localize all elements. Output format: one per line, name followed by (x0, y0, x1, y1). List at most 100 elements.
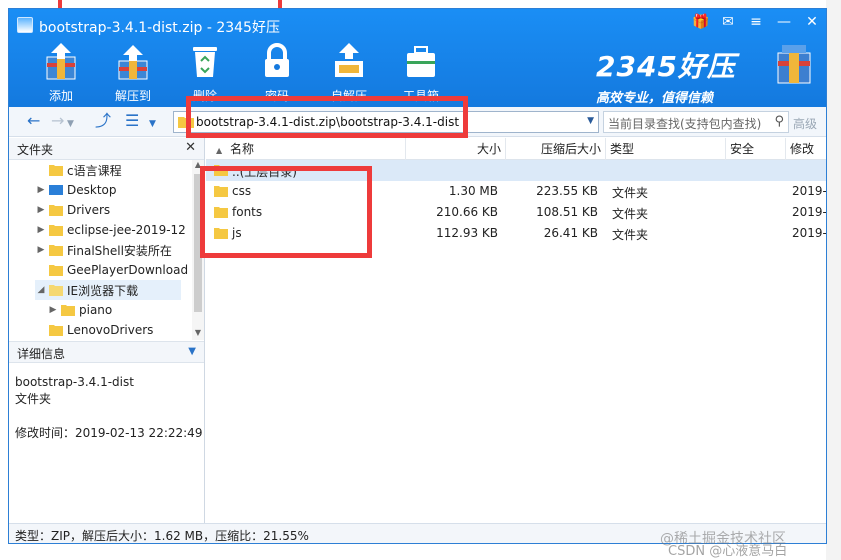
sort-up-icon: ▲ (216, 146, 223, 155)
extract-icon (113, 41, 153, 81)
background-decoration (58, 0, 62, 8)
folder-pane-header: 文件夹 ✕ (9, 138, 204, 160)
folder-icon (49, 165, 63, 176)
collapse-arrow-icon[interactable]: ◢ (35, 285, 47, 295)
gift-icon[interactable]: 🎁 (692, 13, 709, 31)
expand-arrow-icon[interactable]: ▶ (47, 305, 59, 315)
lock-icon (257, 41, 297, 81)
detail-type: 文件夹 (15, 392, 52, 406)
tree-item[interactable]: ▶ piano (47, 300, 113, 320)
list-header: ▲ 名称 大小 压缩后大小 类型 安全 修改时 (206, 138, 826, 178)
tree-item-selected[interactable]: ◢ IE浏览器下载 (35, 280, 181, 300)
row-type: 文件夹 (612, 186, 649, 200)
tree-item-label: Drivers (67, 203, 111, 217)
delete-button[interactable]: 删除 (169, 41, 241, 104)
row-packed: 108.51 KB (536, 205, 598, 219)
tree-item-label: Desktop (67, 183, 117, 197)
extract-label: 解压到 (114, 89, 151, 103)
row-type: 文件夹 (612, 228, 649, 242)
row-packed: 223.55 KB (536, 184, 598, 198)
folder-icon (49, 265, 63, 276)
app-window: bootstrap-3.4.1-dist.zip - 2345好压 🎁 ✉ ≡ … (8, 8, 827, 544)
row-size: 210.66 KB (436, 205, 498, 219)
self-extract-icon (329, 41, 369, 81)
search-icon[interactable]: ⚲ (774, 114, 784, 129)
view-dropdown-icon[interactable]: ▼ (149, 116, 156, 132)
forward-icon[interactable]: → (51, 113, 64, 129)
tree-item-label: piano (79, 303, 113, 317)
row-modified: 2019-0 (792, 226, 827, 240)
close-icon[interactable]: ✕ (804, 13, 820, 31)
column-type[interactable]: 类型 (606, 138, 726, 160)
column-name[interactable]: ▲ 名称 (206, 138, 406, 160)
tree-item[interactable]: ▶ Drivers (35, 200, 111, 220)
folder-icon (49, 245, 63, 256)
tree-item[interactable]: c语言课程 (35, 160, 122, 180)
up-folder-icon[interactable]: ⤴ (95, 113, 111, 129)
tree-item-label: c语言课程 (67, 163, 122, 178)
tree-item-label: FinalShell安装所在 (67, 243, 172, 258)
background-right (826, 0, 841, 560)
folder-icon (49, 225, 63, 236)
column-size[interactable]: 大小 (406, 138, 506, 160)
row-size: 112.93 KB (436, 226, 498, 240)
expand-arrow-icon[interactable]: ▶ (35, 205, 47, 215)
chevron-down-icon[interactable]: ▼ (188, 346, 196, 357)
recycle-bin-icon (185, 41, 225, 81)
titlebar: bootstrap-3.4.1-dist.zip - 2345好压 🎁 ✉ ≡ … (9, 9, 826, 107)
window-title: bootstrap-3.4.1-dist.zip - 2345好压 (39, 20, 280, 36)
feedback-icon[interactable]: ✉ (720, 13, 736, 31)
details-title: 详细信息 (17, 347, 66, 361)
column-packed[interactable]: 压缩后大小 (506, 138, 606, 160)
details-body: bootstrap-3.4.1-dist 文件夹 修改时间：2019-02-13… (15, 374, 202, 442)
folder-icon (61, 305, 75, 316)
detail-modified: 修改时间：2019-02-13 22:22:49 (15, 426, 203, 440)
brand-slogan: 高效专业，值得信赖 (596, 91, 714, 106)
column-name-label: 名称 (229, 142, 254, 156)
extract-button[interactable]: 解压到 (97, 41, 169, 104)
column-security[interactable]: 安全 (726, 138, 786, 160)
advanced-search-button[interactable]: 高级 (793, 115, 817, 132)
background-decoration (278, 0, 282, 8)
folder-open-icon (49, 285, 63, 296)
tree-item-label: LenovoDrivers (67, 323, 154, 337)
expand-arrow-icon[interactable]: ▶ (35, 245, 47, 255)
tree-item[interactable]: ▶ Desktop (35, 180, 117, 200)
archive-box-icon (774, 43, 814, 87)
folder-pane: 文件夹 ✕ c语言课程 ▶ Desktop ▶ Drivers ▶ eclips… (9, 138, 205, 523)
add-button[interactable]: 添加 (25, 41, 97, 104)
toolbox-button[interactable]: 工具箱 (385, 41, 457, 104)
forward-dropdown-icon[interactable]: ▼ (67, 116, 74, 132)
background-top (0, 0, 841, 8)
tree-item[interactable]: LenovoDrivers (35, 320, 153, 340)
highlight-box-address (186, 96, 468, 138)
row-type: 文件夹 (612, 207, 649, 221)
scroll-down-icon[interactable]: ▼ (192, 328, 204, 340)
minimize-icon[interactable]: — (776, 13, 792, 31)
menu-icon[interactable]: ≡ (748, 13, 764, 31)
row-size: 1.30 MB (448, 184, 498, 198)
back-icon[interactable]: ← (27, 113, 40, 129)
desktop-icon (49, 185, 63, 195)
column-modified[interactable]: 修改时 (786, 138, 826, 178)
search-input[interactable]: 当前目录查找(支持包内查找) ⚲ (603, 111, 789, 133)
close-pane-icon[interactable]: ✕ (185, 140, 196, 155)
detail-name: bootstrap-3.4.1-dist (15, 375, 134, 389)
password-button[interactable]: 密码 (241, 41, 313, 104)
window-controls: 🎁 ✉ ≡ — ✕ (692, 13, 820, 31)
expand-arrow-icon[interactable]: ▶ (35, 185, 47, 195)
app-icon (17, 17, 33, 33)
folder-pane-title: 文件夹 (17, 143, 54, 157)
self-extract-button[interactable]: 自解压 (313, 41, 385, 104)
folder-tree: c语言课程 ▶ Desktop ▶ Drivers ▶ eclipse-jee-… (9, 160, 204, 340)
view-list-icon[interactable]: ☰ (125, 113, 139, 129)
row-modified: 2019-0 (792, 184, 827, 198)
tree-item[interactable]: ▶ FinalShell安装所在 (35, 240, 172, 260)
watermark-csdn: CSDN @心液意马白 (668, 544, 788, 559)
details-header[interactable]: 详细信息 ▼ (9, 341, 204, 363)
address-dropdown-icon[interactable]: ▼ (587, 116, 594, 126)
tree-item[interactable]: ▶ eclipse-jee-2019-12 (35, 220, 186, 240)
tree-item-label: IE浏览器下载 (67, 283, 139, 298)
tree-item[interactable]: GeePlayerDownload (35, 260, 188, 280)
expand-arrow-icon[interactable]: ▶ (35, 225, 47, 235)
